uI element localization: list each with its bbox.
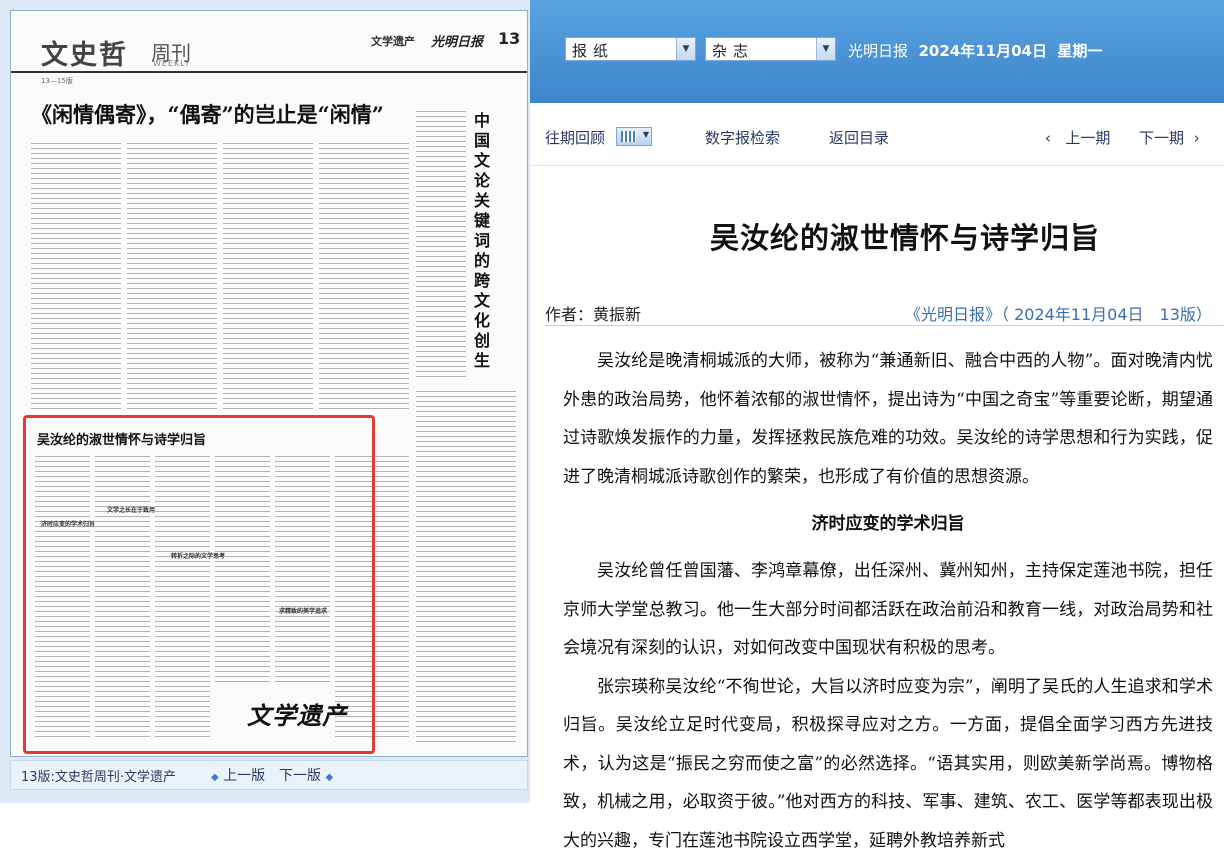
vertical-article-title[interactable]: 中 国 文 论 关 键 词 的 跨 文 化 创 生 xyxy=(471,111,493,371)
article-paragraph: 吴汝纶曾任曾国藩、李鸿章幕僚，出任深州、冀州知州，主持保定莲池书院，担任京师大学… xyxy=(563,552,1213,668)
digital-search-link[interactable]: 数字报检索 xyxy=(705,127,780,148)
section-name: 文学遗产 xyxy=(371,33,415,49)
selected-article-highlight[interactable] xyxy=(23,415,375,754)
masthead-en: WEEKLY xyxy=(153,59,191,68)
chevron-down-icon: ▼ xyxy=(676,38,695,60)
article-paragraph: 张宗瑛称吴汝纶“不徇世论，大旨以济时应变为宗”，阐明了吴氏的人生追求和学术归旨。… xyxy=(563,668,1213,860)
article-paragraph: 吴汝纶是晚清桐城派的大师，被称为“兼通新旧、融合中西的人物”。面对晚清内忧外患的… xyxy=(563,342,1213,496)
article-text-block xyxy=(223,143,313,411)
article-text-block xyxy=(127,143,217,411)
article-title: 吴汝纶的淑世情怀与诗学归旨 xyxy=(710,215,1100,257)
article-text-block xyxy=(416,111,466,381)
masthead-title: 文史哲 xyxy=(41,33,128,72)
chevron-down-icon: ▼ xyxy=(643,130,649,139)
next-issue-link[interactable]: 下一期 › xyxy=(1139,127,1200,148)
newspaper-page-image[interactable]: 文史哲 周刊 WEEKLY 文学遗产 光明日报 13 13—15版 《闲情偶寄》… xyxy=(10,10,528,757)
section-heading: 济时应变的学术归旨 xyxy=(563,496,1213,552)
article-body: 吴汝纶是晚清桐城派的大师，被称为“兼通新旧、融合中西的人物”。面对晚清内忧外患的… xyxy=(563,342,1213,860)
page-label: 13版:文史哲周刊·文学遗产 xyxy=(21,766,176,785)
right-arrow-icon: ◆ xyxy=(325,772,333,783)
page-masthead: 文史哲 周刊 WEEKLY 文学遗产 光明日报 13 xyxy=(11,11,527,73)
magazine-select[interactable]: 杂志 ▼ xyxy=(705,37,836,61)
calendar-button[interactable]: ▼ xyxy=(616,127,652,146)
issue-date-line: 光明日报 2024年11月04日 星期一 xyxy=(848,40,1102,61)
article-source: 《光明日报》（ 2024年11月04日 13版） xyxy=(905,301,1212,325)
chevron-right-icon: › xyxy=(1194,129,1200,147)
page-nav-bar: 13版:文史哲周刊·文学遗产 ◆ 上一版 下一版 ◆ xyxy=(10,760,528,790)
next-page-link[interactable]: 下一版 ◆ xyxy=(279,765,333,785)
back-to-list-link[interactable]: 返回目录 xyxy=(829,127,889,148)
left-arrow-icon: ◆ xyxy=(211,772,219,783)
page-headline[interactable]: 《闲情偶寄》，“偶寄”的岂止是“闲情” xyxy=(31,99,384,129)
newspaper-panel: 文史哲 周刊 WEEKLY 文学遗产 光明日报 13 13—15版 《闲情偶寄》… xyxy=(0,0,530,803)
prev-issue-link[interactable]: ‹ 上一期 xyxy=(1045,127,1110,148)
pages-tag: 13—15版 xyxy=(41,76,73,86)
prev-page-link[interactable]: ◆ 上一版 xyxy=(211,765,265,785)
article-meta: 作者：黄振新 《光明日报》（ 2024年11月04日 13版） xyxy=(545,297,1224,326)
article-author: 作者：黄振新 xyxy=(545,301,641,325)
newspaper-select[interactable]: 报纸 ▼ xyxy=(565,37,696,61)
chevron-left-icon: ‹ xyxy=(1045,129,1051,147)
chevron-down-icon: ▼ xyxy=(816,38,835,60)
article-text-block xyxy=(319,143,409,411)
calendar-icon xyxy=(621,131,636,142)
article-text-block xyxy=(31,143,121,411)
page-number: 13 xyxy=(498,29,520,48)
article-text-block xyxy=(416,391,516,746)
paper-logo: 光明日报 xyxy=(431,31,483,50)
past-issues-link[interactable]: 往期回顾 xyxy=(545,127,605,148)
